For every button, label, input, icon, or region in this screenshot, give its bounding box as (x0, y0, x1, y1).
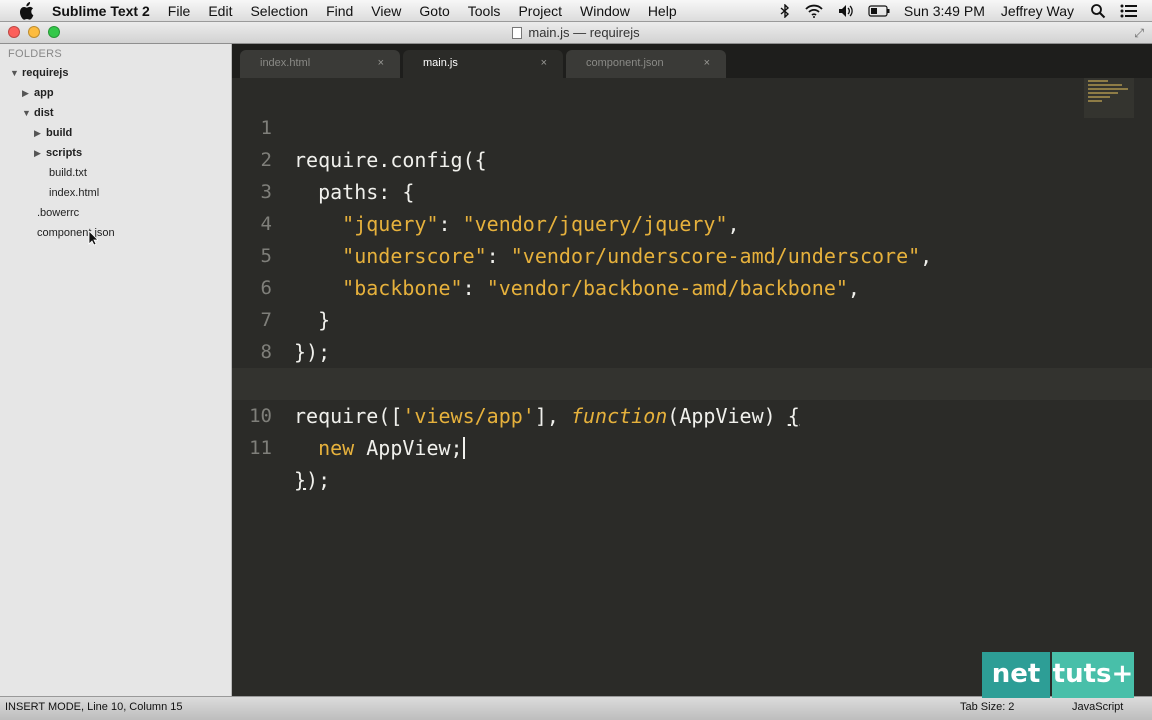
bluetooth-icon[interactable] (780, 4, 790, 18)
code-editor[interactable]: 1 require.config({ 2 paths: { 3 "jquery"… (232, 78, 1152, 696)
zoom-window-button[interactable] (48, 26, 60, 38)
code-line-current: 10 new AppView; (232, 368, 1152, 460)
code-line: 9 require(['views/app'], function(AppVie… (232, 336, 1152, 428)
menu-help[interactable]: Help (648, 3, 677, 19)
menu-goto[interactable]: Goto (419, 3, 449, 19)
code-line: 3 "jquery": "vendor/jquery/jquery", (232, 144, 1152, 236)
collapsed-triangle-icon[interactable]: ▶ (34, 144, 46, 162)
tree-label: build (46, 127, 73, 139)
tree-file-build-txt[interactable]: build.txt (49, 164, 87, 182)
tree-file-component-json[interactable]: component.json (37, 224, 115, 242)
wifi-icon[interactable] (804, 4, 824, 18)
sidebar: FOLDERS ▼ requirejs ▶ app ▼ dist ▶ build ▶ sc… (0, 44, 232, 696)
menu-view[interactable]: View (371, 3, 401, 19)
battery-icon[interactable] (868, 5, 890, 17)
tree-folder-requirejs[interactable]: ▼ requirejs (10, 64, 68, 82)
menu-user[interactable]: Jeffrey Way (1001, 3, 1074, 19)
tab-label: component.json (586, 57, 664, 69)
fullscreen-icon[interactable]: ⤢ (1134, 26, 1144, 41)
tab-label: main.js (423, 57, 458, 69)
text-caret (462, 437, 465, 459)
syntax-selector[interactable]: JavaScript (1072, 701, 1123, 713)
code-line: 2 paths: { (232, 112, 1152, 204)
list-icon[interactable] (1120, 4, 1138, 18)
tree-file-bowerrc[interactable]: .bowerrc (37, 204, 79, 222)
volume-icon[interactable] (838, 4, 854, 18)
mouse-cursor-icon (88, 230, 98, 246)
tab-close-icon[interactable]: × (378, 50, 384, 76)
menu-window[interactable]: Window (580, 3, 630, 19)
collapsed-triangle-icon[interactable]: ▶ (22, 84, 34, 102)
logo-tuts: tuts+ (1052, 652, 1134, 698)
tab-label: index.html (260, 57, 311, 69)
menu-bar: Sublime Text 2 File Edit Selection Find … (0, 0, 1152, 22)
line-number: 11 (249, 437, 272, 459)
code-text: new AppView; (318, 436, 465, 460)
tab-bar: index.html × main.js × component.json × (232, 44, 1152, 78)
code-text: }); (294, 468, 331, 492)
menu-file[interactable]: File (168, 3, 191, 19)
close-window-button[interactable] (8, 26, 20, 38)
window-title: main.js — requirejs (528, 25, 640, 40)
code-line: 4 "underscore": "vendor/underscore-amd/u… (232, 176, 1152, 268)
status-bar: INSERT MODE, Line 10, Column 15 Tab Size… (0, 696, 1152, 720)
tree-file-index-html[interactable]: index.html (49, 184, 99, 202)
tree-folder-build[interactable]: ▶ build (34, 124, 72, 142)
tab-close-icon[interactable]: × (704, 50, 710, 76)
window-title-bar[interactable]: main.js — requirejs ⤢ (0, 22, 1152, 44)
menu-selection[interactable]: Selection (250, 3, 308, 19)
menu-find[interactable]: Find (326, 3, 353, 19)
tab-index-html[interactable]: index.html × (240, 50, 400, 78)
menu-project[interactable]: Project (518, 3, 562, 19)
tree-label: dist (34, 107, 54, 119)
spotlight-icon[interactable] (1090, 3, 1106, 19)
menu-tools[interactable]: Tools (468, 3, 501, 19)
apple-icon[interactable] (18, 1, 38, 21)
tree-label: app (34, 87, 54, 99)
menu-clock[interactable]: Sun 3:49 PM (904, 3, 985, 19)
code-line: 1 require.config({ (232, 80, 1152, 172)
status-mode: INSERT MODE, Line 10, Column 15 (5, 701, 183, 713)
tab-component-json[interactable]: component.json × (566, 50, 726, 78)
code-line: 5 "backbone": "vendor/backbone-amd/backb… (232, 208, 1152, 300)
tree-label: requirejs (22, 67, 69, 79)
tab-close-icon[interactable]: × (541, 50, 547, 76)
tab-main-js[interactable]: main.js × (403, 50, 563, 78)
menu-app-name[interactable]: Sublime Text 2 (52, 3, 150, 19)
menu-edit[interactable]: Edit (208, 3, 232, 19)
document-icon (512, 26, 523, 39)
expanded-triangle-icon[interactable]: ▼ (22, 104, 34, 122)
tree-folder-app[interactable]: ▶ app (22, 84, 54, 102)
tab-size-selector[interactable]: Tab Size: 2 (960, 701, 1014, 713)
tree-folder-scripts[interactable]: ▶ scripts (34, 144, 82, 162)
minimap[interactable] (1084, 78, 1134, 118)
collapsed-triangle-icon[interactable]: ▶ (34, 124, 46, 142)
logo-net: net (982, 652, 1050, 698)
traffic-lights (8, 26, 68, 38)
code-line: 8 (232, 304, 1152, 363)
expanded-triangle-icon[interactable]: ▼ (10, 64, 22, 82)
minimize-window-button[interactable] (28, 26, 40, 38)
nettuts-logo: net tuts+ (982, 652, 1134, 698)
code-line: 7 }); (232, 272, 1152, 364)
folders-header: FOLDERS (8, 48, 63, 60)
code-line: 6 } (232, 240, 1152, 332)
tree-label: scripts (46, 147, 83, 159)
code-line: 11 }); (232, 400, 1152, 492)
tree-folder-dist[interactable]: ▼ dist (22, 104, 54, 122)
